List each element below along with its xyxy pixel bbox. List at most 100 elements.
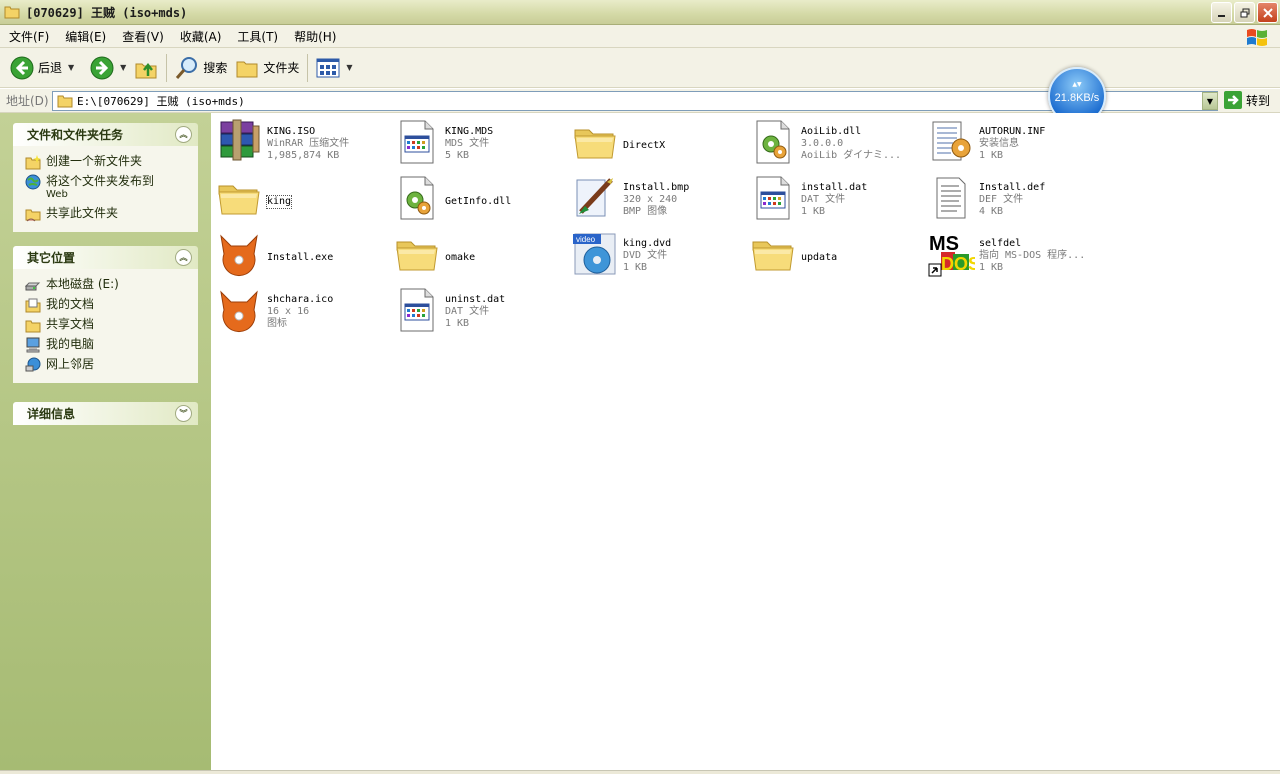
place-my-computer[interactable]: 我的电脑	[25, 335, 198, 355]
file-item[interactable]: shchara.ico 16 x 16 图标	[215, 286, 391, 338]
file-item[interactable]: DirectX	[571, 118, 747, 170]
place-label: 共享文档	[46, 317, 95, 331]
search-icon	[176, 56, 198, 79]
file-item[interactable]: selfdel 指向 MS-DOS 程序... 1 KB	[927, 230, 1103, 282]
address-dropdown-icon[interactable]: ▼	[1202, 92, 1218, 110]
file-size: 1 KB	[445, 318, 470, 329]
speed-value: 21.8KB/s	[1054, 92, 1100, 104]
minimize-button[interactable]	[1211, 2, 1232, 23]
shared-folder-icon	[25, 209, 41, 222]
folder-icon	[25, 320, 41, 333]
dll-icon	[749, 118, 797, 166]
file-item[interactable]: Install.bmp 320 x 240 BMP 图像	[571, 174, 747, 226]
file-tasks-header[interactable]: 文件和文件夹任务 ︽	[13, 123, 198, 146]
file-name: install.dat	[801, 182, 868, 193]
folders-button[interactable]: 文件夹	[231, 52, 303, 84]
globe-icon	[25, 174, 41, 190]
menu-tools[interactable]: 工具(T)	[228, 28, 285, 45]
fox-icon	[215, 286, 263, 334]
file-item[interactable]: Install.def DEF 文件 4 KB	[927, 174, 1103, 226]
file-name: king.dvd	[623, 238, 672, 249]
forward-button[interactable]: ▼	[86, 52, 130, 84]
expand-chevron-icon[interactable]: ︾	[175, 405, 192, 422]
image-dimensions: 16 x 16	[267, 306, 310, 317]
file-item[interactable]: uninst.dat DAT 文件 1 KB	[393, 286, 569, 338]
search-label: 搜索	[203, 61, 228, 75]
file-view: KING.ISO WinRAR 压缩文件 1,985,874 KB KING.MDS…	[211, 113, 1280, 770]
publish-web-task[interactable]: 将这个文件夹发布到 Web	[25, 172, 198, 204]
place-label: 我的文档	[46, 297, 95, 311]
new-folder-task[interactable]: 创建一个新文件夹	[25, 152, 198, 172]
address-input[interactable]: E:\[070629] 王贼 (iso+mds)	[52, 91, 1218, 111]
menu-file[interactable]: 文件(F)	[0, 28, 56, 45]
menu-edit[interactable]: 编辑(E)	[56, 28, 113, 45]
file-item[interactable]: KING.MDS MDS 文件 5 KB	[393, 118, 569, 170]
up-folder-button[interactable]	[130, 52, 162, 84]
place-shared-documents[interactable]: 共享文档	[25, 315, 198, 335]
file-item[interactable]: AoiLib.dll 3.0.0.0 AoiLib ダイナミ...	[749, 118, 925, 170]
collapse-chevron-icon[interactable]: ︽	[175, 126, 192, 143]
place-network[interactable]: 网上邻居	[25, 355, 198, 375]
folder-icon	[215, 174, 263, 222]
folder-icon	[236, 61, 258, 77]
folder-icon	[4, 6, 20, 19]
video-dvd-icon	[571, 230, 619, 278]
title-bar[interactable]: [070629] 王贼 (iso+mds)	[0, 0, 1280, 25]
fox-cd-icon	[215, 230, 263, 278]
back-dropdown-icon[interactable]: ▼	[68, 63, 74, 72]
file-item[interactable]: king	[215, 174, 391, 226]
search-button[interactable]: 搜索	[171, 52, 231, 84]
share-folder-task[interactable]: 共享此文件夹	[25, 204, 198, 224]
file-type: DEF 文件	[979, 194, 1024, 205]
file-name: selfdel	[979, 238, 1022, 249]
folder-icon	[749, 230, 797, 278]
close-button[interactable]	[1257, 2, 1278, 23]
winrar-icon	[215, 118, 263, 166]
file-item[interactable]: omake	[393, 230, 569, 282]
address-path: E:\[070629] 王贼 (iso+mds)	[77, 95, 245, 108]
file-item[interactable]: updata	[749, 230, 925, 282]
back-button[interactable]: 后退 ▼	[6, 52, 78, 84]
go-button[interactable]: 转到	[1224, 91, 1270, 109]
file-name: GetInfo.dll	[445, 196, 512, 207]
file-item[interactable]: AUTORUN.INF 安装信息 1 KB	[927, 118, 1103, 170]
details-header[interactable]: 详细信息 ︾	[13, 402, 198, 425]
window-title: [070629] 王贼 (iso+mds)	[26, 5, 188, 20]
file-size: 1 KB	[979, 150, 1004, 161]
task-label: 将这个文件夹发布到	[46, 174, 155, 188]
file-item[interactable]: install.dat DAT 文件 1 KB	[749, 174, 925, 226]
place-label: 我的电脑	[46, 337, 95, 351]
views-dropdown-icon[interactable]: ▼	[346, 63, 352, 72]
file-item[interactable]: king.dvd DVD 文件 1 KB	[571, 230, 747, 282]
place-my-documents[interactable]: 我的文档	[25, 295, 198, 315]
views-button[interactable]: ▼	[312, 52, 356, 84]
maximize-button[interactable]	[1234, 2, 1255, 23]
file-name: king	[265, 195, 293, 209]
menu-view[interactable]: 查看(V)	[113, 28, 171, 45]
other-places-header[interactable]: 其它位置 ︽	[13, 246, 198, 269]
file-item[interactable]: Install.exe	[215, 230, 391, 282]
panel-title: 其它位置	[27, 251, 76, 265]
task-pane: 文件和文件夹任务 ︽ 创建一个新文件夹 将这个文件夹发布到 Web 共享此文件夹 …	[0, 113, 211, 770]
place-local-disk[interactable]: 本地磁盘 (E:)	[25, 275, 198, 295]
new-folder-icon	[25, 155, 41, 170]
msdos-shortcut-icon	[927, 230, 975, 278]
menu-help[interactable]: 帮助(H)	[285, 28, 343, 45]
collapse-chevron-icon[interactable]: ︽	[175, 249, 192, 266]
file-item[interactable]: GetInfo.dll	[393, 174, 569, 226]
forward-dropdown-icon[interactable]: ▼	[120, 63, 126, 72]
menu-bar: 文件(F) 编辑(E) 查看(V) 收藏(A) 工具(T) 帮助(H)	[0, 25, 1280, 48]
menu-favorites[interactable]: 收藏(A)	[171, 28, 229, 45]
network-globe-icon	[25, 357, 41, 372]
folders-label: 文件夹	[263, 61, 300, 75]
task-label: 共享此文件夹	[46, 206, 119, 220]
file-name: updata	[801, 252, 838, 263]
file-name: KING.MDS	[445, 126, 494, 137]
file-item[interactable]: KING.ISO WinRAR 压缩文件 1,985,874 KB	[215, 118, 391, 170]
file-type: DAT 文件	[445, 306, 490, 317]
status-bar	[0, 770, 1280, 774]
file-name: KING.ISO	[267, 126, 316, 137]
panel-title: 文件和文件夹任务	[27, 128, 124, 142]
details-panel: 详细信息 ︾	[13, 402, 198, 425]
file-name: Install.bmp	[623, 182, 690, 193]
